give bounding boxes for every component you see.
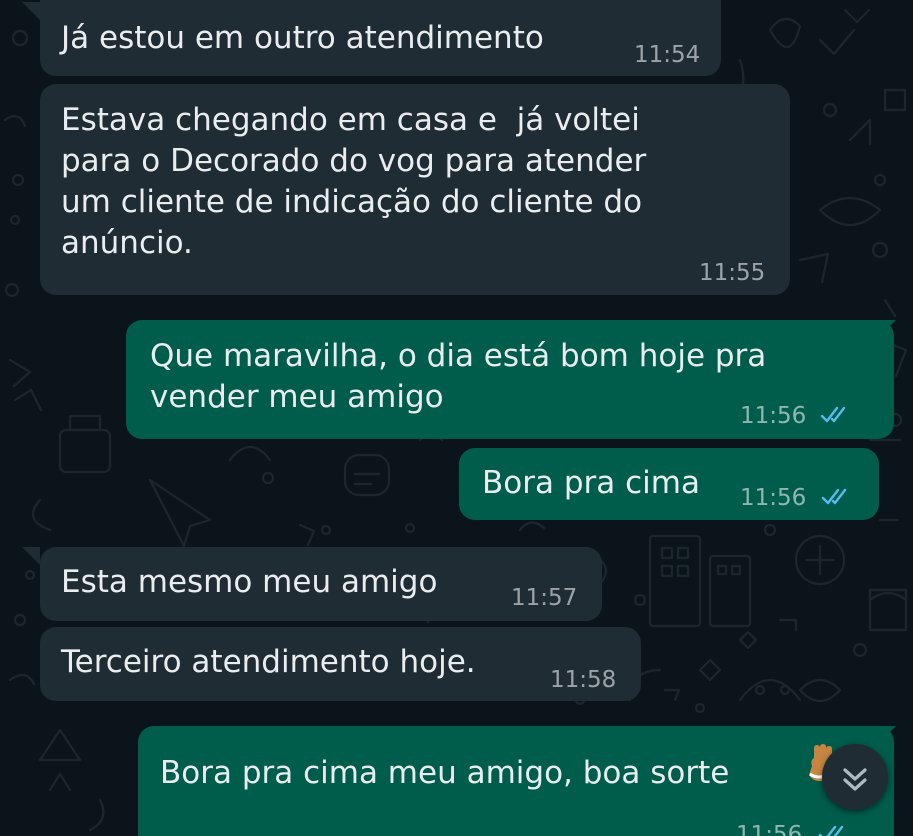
message-incoming[interactable]: Terceiro atendimento hoje. 11:58 bbox=[40, 627, 641, 701]
bubble-tail bbox=[22, 547, 40, 565]
double-check-icon bbox=[820, 406, 846, 423]
message-time: 11:57 bbox=[511, 585, 578, 611]
message-text: Bora pra cima meu amigo, boa sorte bbox=[160, 755, 730, 791]
bubble-tail bbox=[22, 2, 40, 20]
message-outgoing[interactable]: Bora pra cima 11:56 bbox=[459, 448, 879, 520]
message-text: Já estou em outro atendimento bbox=[61, 20, 544, 56]
chat-conversation[interactable]: Já estou em outro atendimento 11:54 Esta… bbox=[0, 0, 913, 836]
scroll-to-bottom-button[interactable] bbox=[822, 744, 888, 810]
message-outgoing[interactable]: Bora pra cima meu amigo, boa sorte 11:56 bbox=[138, 726, 894, 836]
double-check-icon bbox=[821, 488, 847, 505]
message-time: 11:56 bbox=[736, 822, 803, 836]
message-incoming[interactable]: Esta mesmo meu amigo 11:57 bbox=[40, 547, 602, 621]
message-time: 11:58 bbox=[550, 667, 617, 693]
message-incoming[interactable]: Estava chegando em casa e já voltei para… bbox=[40, 84, 790, 295]
message-text: Bora pra cima bbox=[482, 465, 700, 501]
message-text: Esta mesmo meu amigo bbox=[61, 564, 438, 600]
message-time: 11:54 bbox=[634, 42, 701, 68]
message-text: Que maravilha, o dia está bom hoje pra v… bbox=[150, 338, 767, 415]
message-text: Estava chegando em casa e já voltei para… bbox=[61, 102, 647, 261]
message-time: 11:56 bbox=[740, 485, 807, 511]
double-chevron-down-icon bbox=[843, 768, 867, 791]
message-time: 11:55 bbox=[699, 260, 766, 286]
message-text: Terceiro atendimento hoje. bbox=[61, 644, 476, 680]
double-check-icon bbox=[818, 825, 844, 836]
message-outgoing[interactable]: Que maravilha, o dia está bom hoje pra v… bbox=[126, 320, 894, 439]
message-incoming[interactable]: Já estou em outro atendimento 11:54 bbox=[40, 0, 721, 76]
message-time: 11:56 bbox=[740, 403, 807, 429]
